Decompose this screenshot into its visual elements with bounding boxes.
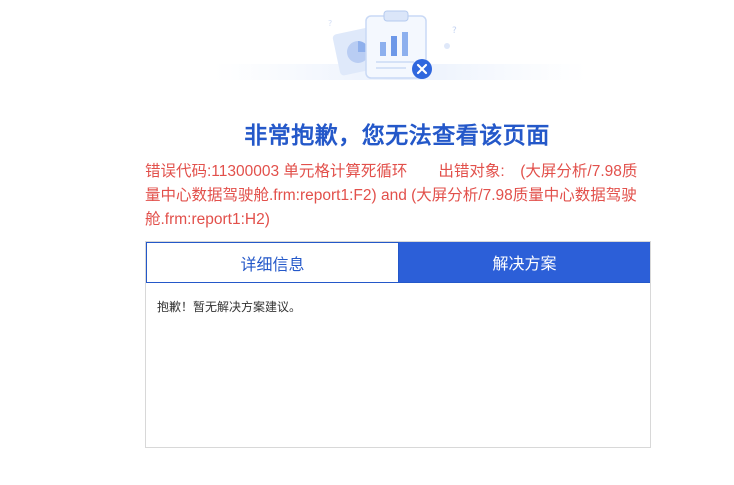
question-mark-decoration: ? xyxy=(452,26,457,36)
tab-bar: 详细信息 解决方案 xyxy=(146,242,650,283)
page-title: 非常抱歉，您无法查看该页面 xyxy=(244,123,550,149)
solution-content: 抱歉！暂无解决方案建议。 xyxy=(157,300,302,314)
dot-decoration xyxy=(444,43,450,49)
clipboard-report-illustration: ? ? xyxy=(214,10,586,80)
info-panel: 详细信息 解决方案 抱歉！暂无解决方案建议。 xyxy=(145,241,651,448)
tab-details[interactable]: 详细信息 xyxy=(146,242,399,282)
error-message: 错误代码:11300003 单元格计算死循环 出错对象: (大屏分析/7.98质… xyxy=(145,163,638,228)
question-mark-decoration: ? xyxy=(328,19,332,28)
tab-solution[interactable]: 解决方案 xyxy=(399,242,650,282)
error-page: ? ? 非常抱歉，您无法查看该页面 错误代码:11300003 单元格计算死循环… xyxy=(0,0,734,485)
close-circle-icon xyxy=(412,59,432,79)
